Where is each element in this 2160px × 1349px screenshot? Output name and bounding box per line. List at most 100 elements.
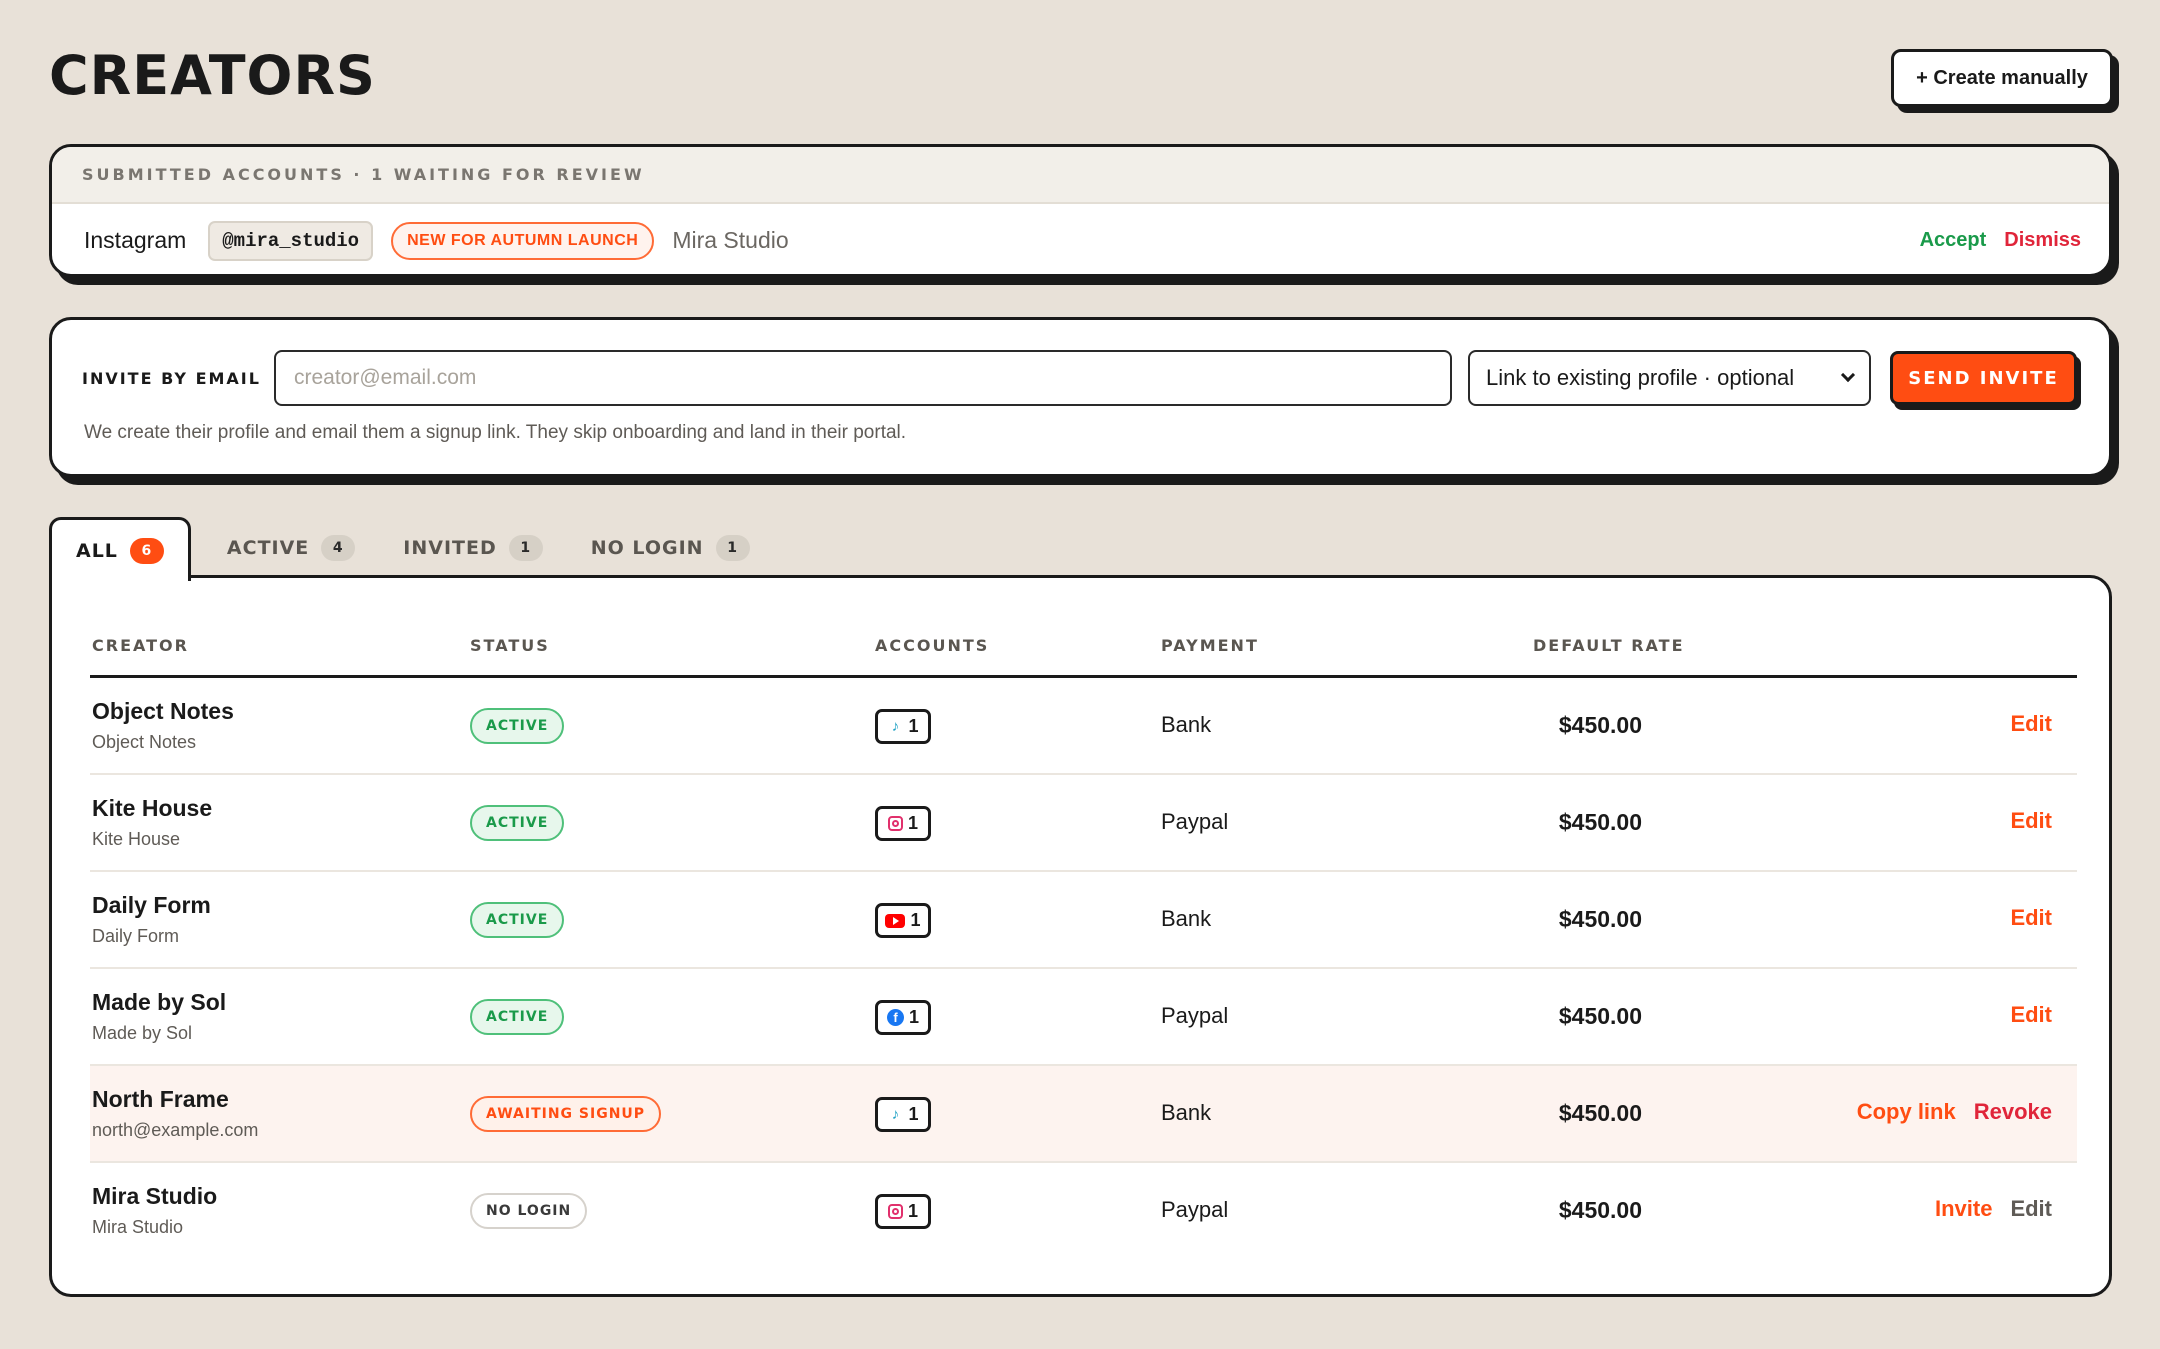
instagram-icon <box>887 816 903 831</box>
creator-cell: Object Notes Object Notes <box>92 698 234 753</box>
accounts-count: 1 <box>907 1201 918 1221</box>
accounts-chip[interactable]: ♪ 1 <box>875 709 931 744</box>
column-header-status: STATUS <box>470 636 550 655</box>
accounts-chip[interactable]: 1 <box>875 806 931 841</box>
tab-label: NO LOGIN <box>590 536 704 559</box>
default-rate: $450.00 <box>1558 1003 1642 1029</box>
submitted-campaign-badge: NEW FOR AUTUMN LAUNCH <box>391 221 655 260</box>
accounts-chip[interactable]: f1 <box>875 1000 931 1035</box>
table-header: CREATOR STATUS ACCOUNTS PAYMENT DEFAULT … <box>90 578 2077 678</box>
tab-count-badge: 6 <box>129 537 164 564</box>
invite-email-input[interactable] <box>274 350 1452 406</box>
payment-method: Bank <box>1161 906 1212 931</box>
table-row: Kite House Kite House ACTIVE 1 Paypal $4… <box>90 775 2077 872</box>
tab-label: INVITED <box>403 536 497 559</box>
accounts-count: 1 <box>907 813 918 833</box>
creator-name: Mira Studio <box>92 1183 218 1209</box>
payment-method: Bank <box>1161 1100 1212 1125</box>
default-rate: $450.00 <box>1558 1100 1642 1126</box>
table-row: Daily Form Daily Form ACTIVE 1 Bank $450… <box>90 872 2077 969</box>
payment-method: Bank <box>1161 712 1212 737</box>
tab-invited[interactable]: INVITED 1 <box>379 517 566 578</box>
accounts-chip[interactable]: 1 <box>875 1194 931 1229</box>
table-row: Mira Studio Mira Studio NO LOGIN 1 Paypa… <box>90 1163 2077 1260</box>
submitted-accounts-heading: SUBMITTED ACCOUNTS · 1 WAITING FOR REVIE… <box>52 147 2109 204</box>
creator-name: Kite House <box>92 795 213 821</box>
tab-all[interactable]: ALL 6 <box>49 517 191 581</box>
accept-button[interactable]: Accept <box>1920 229 1987 252</box>
status-badge: AWAITING SIGNUP <box>470 1096 662 1132</box>
accounts-count: 1 <box>908 716 919 736</box>
accounts-count: 1 <box>908 1007 919 1027</box>
submitted-actions: Accept Dismiss <box>1920 229 2081 252</box>
creator-email: north@example.com <box>92 1120 259 1140</box>
creator-subtitle: Daily Form <box>92 926 180 946</box>
creator-name: Made by Sol <box>92 989 227 1015</box>
column-header-payment: PAYMENT <box>1161 636 1259 655</box>
default-rate: $450.00 <box>1558 712 1642 738</box>
accounts-chip[interactable]: 1 <box>875 903 931 938</box>
tab-no-login[interactable]: NO LOGIN 1 <box>567 517 774 578</box>
submitted-creator-name: Mira Studio <box>672 227 789 253</box>
invite-card: INVITE BY EMAIL Link to existing profile… <box>49 317 2112 477</box>
accounts-chip[interactable]: ♪ 1 <box>875 1097 931 1132</box>
tab-label: ALL <box>76 539 118 562</box>
column-header-creator: CREATOR <box>92 636 189 655</box>
edit-button[interactable]: Edit <box>2010 808 2052 834</box>
tab-label: ACTIVE <box>226 536 310 559</box>
column-header-default-rate: DEFAULT RATE <box>1533 636 1685 655</box>
instagram-icon <box>887 1204 903 1219</box>
facebook-icon: f <box>886 1009 904 1026</box>
invite-hint: We create their profile and email them a… <box>84 422 907 443</box>
payment-method: Paypal <box>1161 809 1229 834</box>
edit-button[interactable]: Edit <box>2010 1002 2052 1028</box>
creator-subtitle: Made by Sol <box>92 1023 193 1043</box>
creator-cell: Mira Studio Mira Studio <box>92 1183 217 1238</box>
column-header-accounts: ACCOUNTS <box>875 636 990 655</box>
creator-name: Object Notes <box>92 698 234 724</box>
create-manually-button[interactable]: + Create manually <box>1891 49 2113 107</box>
table-row: Object Notes Object Notes ACTIVE ♪ 1 Bank… <box>90 678 2077 775</box>
payment-method: Paypal <box>1161 1197 1229 1222</box>
status-badge: ACTIVE <box>470 999 565 1035</box>
submitted-platform: Instagram <box>84 227 187 253</box>
link-profile-select-value: Link to existing profile · optional <box>1486 365 1795 390</box>
edit-button[interactable]: Edit <box>2010 1196 2052 1222</box>
link-profile-select[interactable]: Link to existing profile · optional <box>1468 350 1871 406</box>
creator-cell: Daily Form Daily Form <box>92 892 211 947</box>
default-rate: $450.00 <box>1558 906 1642 932</box>
submitted-accounts-card: SUBMITTED ACCOUNTS · 1 WAITING FOR REVIE… <box>49 144 2112 277</box>
revoke-button[interactable]: Revoke <box>1974 1099 2052 1125</box>
creator-cell: Made by Sol Made by Sol <box>92 989 226 1044</box>
creators-table: CREATOR STATUS ACCOUNTS PAYMENT DEFAULT … <box>49 575 2112 1297</box>
creator-name: Daily Form <box>92 892 211 918</box>
submitted-account-row: Instagram @mira_studio NEW FOR AUTUMN LA… <box>52 204 2109 274</box>
filter-tabs: ALL 6 ACTIVE 4 INVITED 1 NO LOGIN 1 <box>49 517 774 581</box>
youtube-icon <box>885 913 906 928</box>
accounts-count: 1 <box>908 1104 919 1124</box>
default-rate: $450.00 <box>1558 1197 1642 1223</box>
tiktok-icon: ♪ <box>891 718 900 735</box>
page-title: CREATORS <box>49 44 376 107</box>
creator-subtitle: Mira Studio <box>92 1217 184 1237</box>
status-badge: ACTIVE <box>470 805 565 841</box>
creator-subtitle: Kite House <box>92 829 181 849</box>
creator-subtitle: Object Notes <box>92 732 197 752</box>
status-badge: NO LOGIN <box>470 1193 588 1229</box>
status-badge: ACTIVE <box>470 902 565 938</box>
tab-active[interactable]: ACTIVE 4 <box>191 517 379 578</box>
copy-link-button[interactable]: Copy link <box>1857 1099 1956 1125</box>
invite-button[interactable]: Invite <box>1935 1196 1992 1222</box>
tiktok-icon: ♪ <box>891 1106 900 1123</box>
submitted-handle: @mira_studio <box>208 220 374 261</box>
edit-button[interactable]: Edit <box>2010 711 2052 737</box>
table-row: North Frame north@example.com AWAITING S… <box>90 1066 2077 1163</box>
default-rate: $450.00 <box>1558 809 1642 835</box>
accounts-count: 1 <box>910 910 921 930</box>
table-row: Made by Sol Made by Sol ACTIVE f1 Paypal… <box>90 969 2077 1066</box>
tab-count-badge: 4 <box>321 534 356 561</box>
invite-label: INVITE BY EMAIL <box>82 369 261 388</box>
dismiss-button[interactable]: Dismiss <box>2004 229 2081 252</box>
edit-button[interactable]: Edit <box>2010 905 2052 931</box>
send-invite-button[interactable]: SEND INVITE <box>1890 351 2077 405</box>
